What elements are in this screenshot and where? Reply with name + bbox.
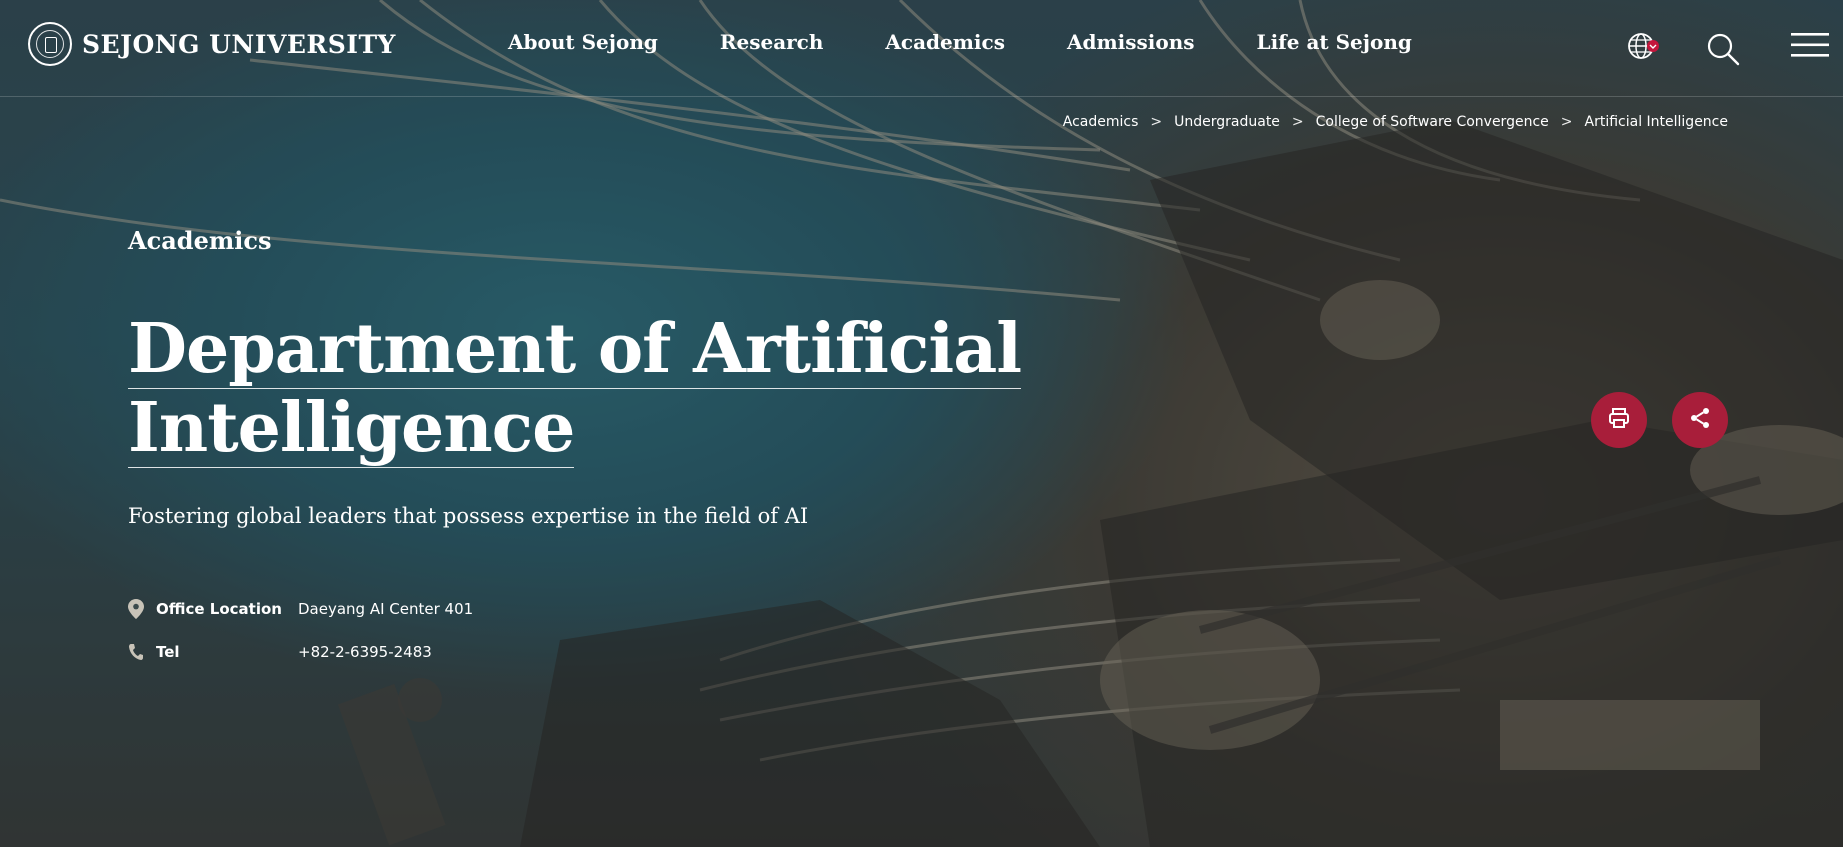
nav-admissions[interactable]: Admissions: [1067, 30, 1195, 54]
map-pin-icon: [128, 598, 144, 619]
office-location-row: Office Location Daeyang AI Center 401: [128, 587, 473, 630]
main-nav: About Sejong Research Academics Admissio…: [508, 30, 1412, 54]
page-title-line-2: Intelligence: [128, 388, 575, 468]
share-button[interactable]: [1672, 392, 1728, 448]
university-logo[interactable]: SEJONG UNIVERSITY: [28, 22, 396, 66]
university-seal-icon: [28, 22, 72, 66]
page-title: Department of Artificial Intelligence: [128, 309, 1022, 468]
breadcrumb-undergraduate[interactable]: Undergraduate: [1174, 114, 1280, 130]
page-subtitle: Fostering global leaders that possess ex…: [128, 504, 809, 528]
office-location-label: Office Location: [156, 599, 282, 618]
breadcrumb-separator: >: [1150, 114, 1163, 130]
breadcrumb-separator: >: [1291, 114, 1304, 130]
nav-research[interactable]: Research: [720, 30, 824, 54]
tel-row: Tel +82-2-6395-2483: [128, 630, 473, 673]
share-icon: [1688, 406, 1712, 435]
print-button[interactable]: [1591, 392, 1647, 448]
breadcrumb-academics[interactable]: Academics: [1063, 114, 1139, 130]
office-location-value: Daeyang AI Center 401: [298, 599, 474, 618]
logo-text: SEJONG UNIVERSITY: [82, 29, 396, 59]
tel-value[interactable]: +82-2-6395-2483: [298, 643, 432, 661]
tel-label: Tel: [156, 642, 180, 661]
site-header: SEJONG UNIVERSITY About Sejong Research …: [0, 0, 1843, 97]
print-icon: [1607, 406, 1631, 435]
page-title-line-1: Department of Artificial: [128, 309, 1022, 389]
hamburger-menu-icon[interactable]: [1791, 32, 1829, 58]
nav-academics[interactable]: Academics: [885, 30, 1005, 54]
nav-life-at-sejong[interactable]: Life at Sejong: [1257, 30, 1412, 54]
globe-icon[interactable]: [1626, 30, 1660, 64]
section-label: Academics: [128, 226, 272, 255]
breadcrumb-college[interactable]: College of Software Convergence: [1316, 114, 1549, 130]
breadcrumb-current[interactable]: Artificial Intelligence: [1585, 114, 1729, 130]
contact-info: Office Location Daeyang AI Center 401 Te…: [128, 587, 473, 673]
search-icon[interactable]: [1706, 32, 1740, 66]
nav-about-sejong[interactable]: About Sejong: [508, 30, 658, 54]
phone-icon: [128, 642, 144, 662]
breadcrumb-separator: >: [1560, 114, 1573, 130]
breadcrumb: Academics > Undergraduate > College of S…: [1063, 114, 1728, 130]
